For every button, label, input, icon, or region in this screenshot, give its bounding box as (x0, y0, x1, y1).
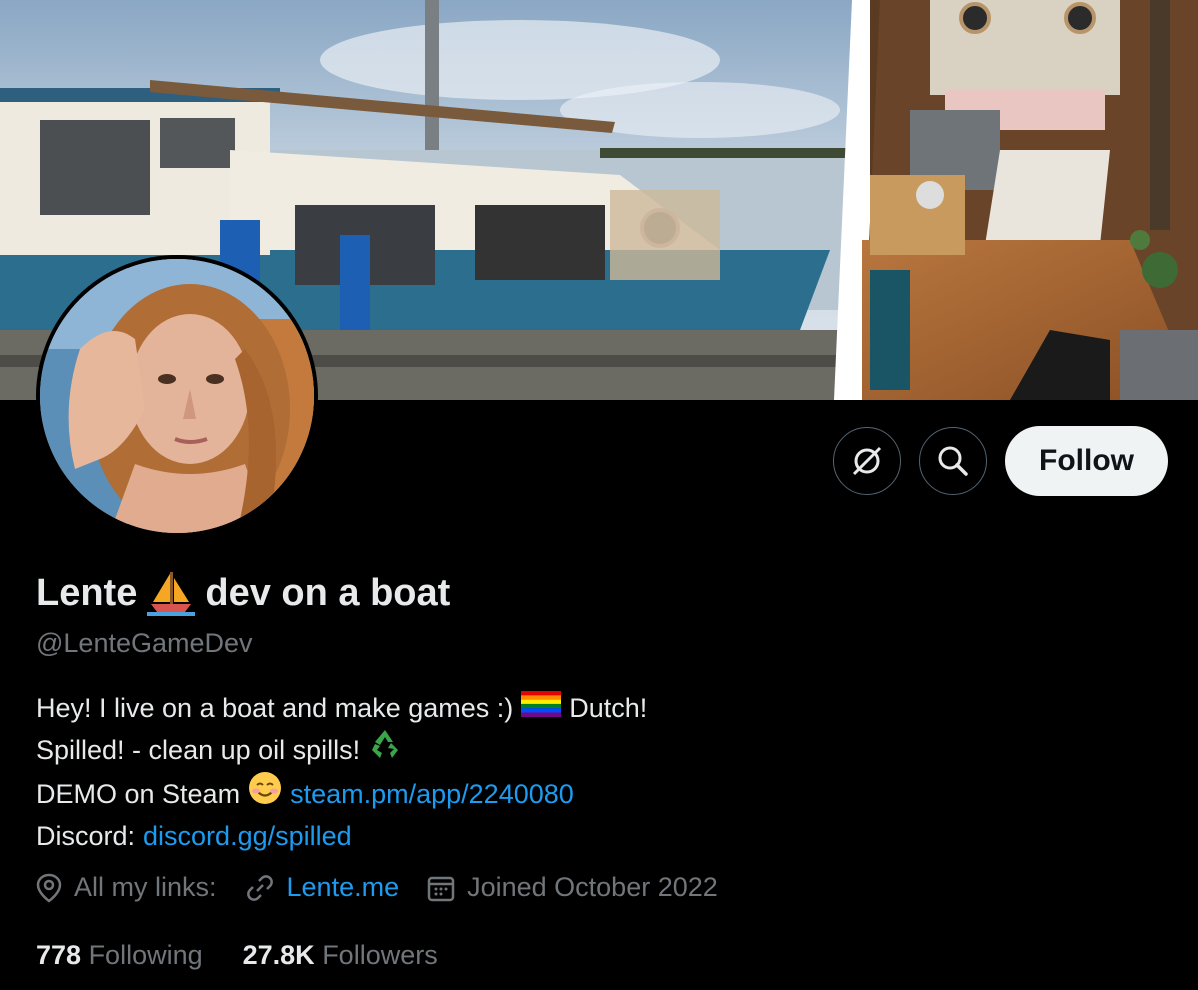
avatar-image (40, 259, 314, 533)
following-label: Following (88, 940, 203, 970)
search-button[interactable] (919, 427, 988, 495)
location-text: All my links: (74, 872, 217, 902)
profile-meta: All my links: Lente.me Joined October 20… (36, 872, 746, 903)
bio-line: DEMO on Steam steam.pm/app/2240080 (36, 771, 647, 816)
discord-link[interactable]: discord.gg/spilled (143, 816, 352, 856)
website-link[interactable]: Lente.me (287, 872, 400, 903)
profile-bio: Hey! I live on a boat and make games :) … (36, 688, 647, 856)
followers-stat[interactable]: 27.8K Followers (243, 940, 438, 971)
location-pin-icon (36, 873, 62, 903)
profile-handle: @LenteGameDev (36, 628, 253, 658)
profile-stats: 778 Following 27.8K Followers (36, 940, 478, 971)
bio-text: Hey! I live on a boat and make games :) (36, 693, 514, 723)
following-count: 778 (36, 940, 89, 970)
bio-text: Spilled! - clean up oil spills! (36, 734, 361, 765)
followers-label: Followers (322, 940, 438, 970)
steam-link[interactable]: steam.pm/app/2240080 (290, 774, 574, 814)
calendar-icon (427, 876, 455, 901)
followers-count: 27.8K (242, 940, 323, 970)
bio-text: Dutch! (569, 693, 648, 723)
bio-line: Hey! I live on a boat and make games :) … (36, 688, 647, 728)
smiling-face-icon (248, 771, 282, 816)
bio-line: Spilled! - clean up oil spills! (36, 728, 647, 771)
rainbow-flag-icon (521, 688, 562, 728)
more-button[interactable] (833, 427, 902, 495)
display-name-suffix: dev on a boat (205, 571, 451, 614)
bio-text: Discord: (36, 821, 136, 851)
follow-button[interactable]: Follow (1005, 426, 1168, 496)
website-item: Lente.me (245, 872, 400, 903)
link-icon (246, 874, 273, 901)
following-stat[interactable]: 778 Following (36, 940, 203, 971)
bio-text: DEMO on Steam (36, 778, 241, 809)
joined-item: Joined October 2022 (427, 872, 718, 903)
joined-text: Joined October 2022 (467, 872, 718, 902)
sailboat-icon (147, 570, 196, 616)
display-name-text: Lente (36, 571, 138, 614)
location-item: All my links: (36, 872, 217, 903)
profile-avatar[interactable] (36, 255, 318, 537)
display-name: Lente dev on a boat (36, 570, 450, 616)
search-icon (938, 446, 968, 476)
bio-line: Discord: discord.gg/spilled (36, 816, 647, 856)
profile-actions: Follow (833, 426, 1168, 496)
explore-slash-icon (852, 446, 882, 476)
recycle-icon (368, 728, 402, 771)
